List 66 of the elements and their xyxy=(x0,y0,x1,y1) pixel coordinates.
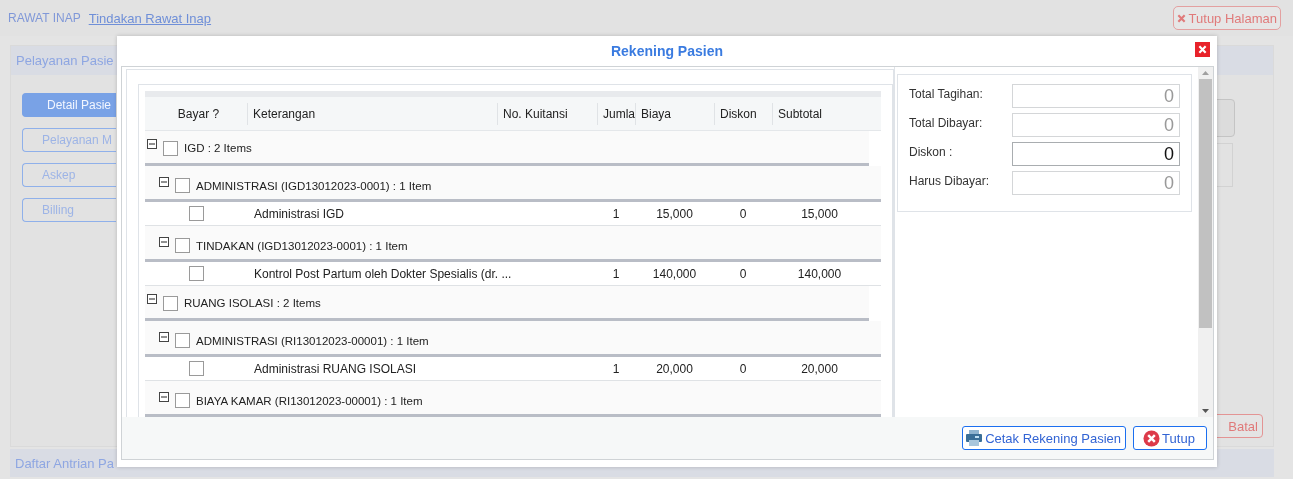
scrollbar[interactable] xyxy=(1198,67,1213,417)
table-cell-text: 15,000 xyxy=(800,206,839,221)
table-cell-text: 0 xyxy=(738,361,748,376)
column-header[interactable]: Keterangan xyxy=(247,102,497,125)
collapse-icon[interactable] xyxy=(147,294,157,304)
column-header[interactable]: Subtotal xyxy=(772,102,867,125)
close-icon xyxy=(1143,429,1161,447)
checkbox[interactable] xyxy=(175,178,190,193)
column-header[interactable]: Bayar ? xyxy=(145,102,247,125)
table-cell-text: 20,000 xyxy=(800,361,839,376)
close-button[interactable]: Tutup xyxy=(1133,426,1207,450)
table-cell-text: 20,000 xyxy=(655,361,694,376)
checkbox[interactable] xyxy=(163,140,178,156)
table-cell-text: Kontrol Post Partum oleh Dokter Spesialis (dr. ... xyxy=(253,266,513,281)
collapse-icon[interactable] xyxy=(159,331,169,342)
close-icon xyxy=(1176,13,1186,23)
group-row[interactable]: IGD : 2 Items xyxy=(145,131,869,166)
field-label: Total Tagihan: xyxy=(909,86,983,101)
table-cell-text: 1 xyxy=(611,361,621,376)
collapse-icon[interactable] xyxy=(159,176,169,187)
collapse-icon[interactable] xyxy=(159,391,169,402)
panel-title: Pelayanan Pasie xyxy=(16,53,114,68)
table-cell-text: 1 xyxy=(611,206,621,221)
table-cell-text: Administrasi RUANG ISOLASI xyxy=(253,361,418,376)
group-label: ADMINISTRASI (RI13012023-00001) : 1 Item xyxy=(196,334,429,347)
group-label: IGD : 2 Items xyxy=(184,142,252,154)
group-label: TINDAKAN (IGD13012023-0001) : 1 Item xyxy=(196,239,408,252)
group-row[interactable]: ADMINISTRASI (IGD13012023-0001) : 1 Item xyxy=(145,166,881,202)
checkbox[interactable] xyxy=(188,206,204,221)
dialog-title: Rekening Pasien xyxy=(610,43,723,59)
group-label: RUANG ISOLASI : 2 Items xyxy=(184,297,321,309)
column-header[interactable]: No. Kuitansi xyxy=(497,102,597,125)
checkbox[interactable] xyxy=(175,238,190,253)
breadcrumb-section: RAWAT INAP xyxy=(8,11,81,25)
table-cell-text: 15,000 xyxy=(655,206,694,221)
checkbox[interactable] xyxy=(175,393,190,408)
group-row[interactable]: ADMINISTRASI (RI13012023-00001) : 1 Item xyxy=(145,321,881,357)
print-button[interactable]: Cetak Rekening Pasien xyxy=(962,426,1126,450)
close-icon xyxy=(1198,45,1207,54)
column-header[interactable]: Biaya xyxy=(635,102,714,125)
checkbox[interactable] xyxy=(163,295,178,311)
column-header[interactable]: Diskon xyxy=(714,102,772,125)
table-cell-text: 0 xyxy=(738,206,748,221)
column-header[interactable]: Jumla xyxy=(597,102,635,125)
collapse-icon[interactable] xyxy=(159,236,169,247)
collapse-icon[interactable] xyxy=(147,139,157,149)
printer-icon xyxy=(965,429,984,447)
amount-field[interactable]: 0 xyxy=(1012,142,1180,166)
group-row[interactable]: BIAYA KAMAR (RI13012023-00001) : 1 Item xyxy=(145,381,881,417)
panel-title: Daftar Antrian Pa xyxy=(15,455,114,471)
checkbox[interactable] xyxy=(175,333,190,348)
table-cell-text: 1 xyxy=(611,266,621,281)
table-cell-text: Administrasi IGD xyxy=(253,206,346,221)
group-row[interactable]: TINDAKAN (IGD13012023-0001) : 1 Item xyxy=(145,226,881,262)
field-label: Harus Dibayar: xyxy=(909,173,990,188)
table-cell-text: 0 xyxy=(738,266,748,281)
close-button[interactable] xyxy=(1195,42,1210,57)
table-cell-text: 140,000 xyxy=(796,266,843,281)
field-label: Diskon : xyxy=(909,144,953,159)
checkbox[interactable] xyxy=(188,266,204,281)
group-row[interactable]: RUANG ISOLASI : 2 Items xyxy=(145,286,869,321)
group-label: BIAYA KAMAR (RI13012023-00001) : 1 Item xyxy=(196,394,423,407)
table-cell-text: 140,000 xyxy=(651,266,698,281)
checkbox[interactable] xyxy=(188,361,204,376)
group-label: ADMINISTRASI (IGD13012023-0001) : 1 Item xyxy=(196,179,432,192)
field-label: Total Dibayar: xyxy=(909,115,983,130)
